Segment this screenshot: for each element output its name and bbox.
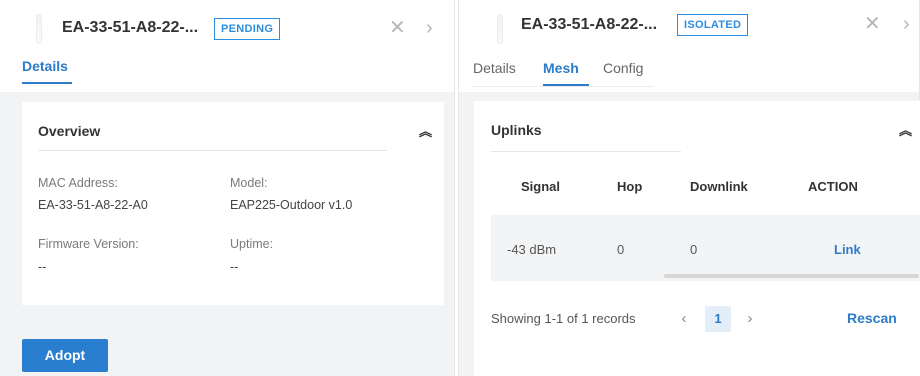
close-icon[interactable]: ✕ — [389, 14, 406, 42]
content-area: Overview ︽ MAC Address: EA-33-51-A8-22-A… — [0, 92, 454, 376]
isolated-device-panel: EA-33-51-A8-22-... ISOLATED ✕ › Details … — [458, 0, 920, 376]
panel-header: EA-33-51-A8-22-... PENDING ✕ › — [0, 0, 454, 64]
firmware-version-value: -- — [38, 260, 47, 274]
hop-cell: 0 — [617, 242, 625, 257]
mac-address-label: MAC Address: — [38, 176, 118, 190]
firmware-version-label: Firmware Version: — [38, 237, 139, 251]
tab-details[interactable]: Details — [22, 58, 68, 74]
tab-details[interactable]: Details — [473, 60, 516, 76]
uptime-label: Uptime: — [230, 237, 274, 251]
tab-bar: Details Mesh Config — [459, 60, 919, 90]
horizontal-scrollbar[interactable] — [664, 274, 919, 278]
pending-device-panel: EA-33-51-A8-22-... PENDING ✕ › Details O… — [0, 0, 455, 376]
model-value: EAP225-Outdoor v1.0 — [230, 198, 353, 212]
access-point-icon — [36, 14, 42, 44]
tab-mesh[interactable]: Mesh — [543, 60, 579, 76]
chevron-left-icon[interactable]: ‹ — [671, 306, 697, 332]
rescan-button[interactable]: Rescan — [847, 310, 897, 326]
close-icon[interactable]: ✕ — [864, 10, 881, 38]
column-header-hop: Hop — [617, 179, 643, 194]
adopt-button[interactable]: Adopt — [22, 339, 108, 372]
column-header-downlink: Downlink — [690, 179, 748, 194]
signal-cell: -43 dBm — [507, 242, 557, 257]
model-label: Model: — [230, 176, 268, 190]
records-summary: Showing 1-1 of 1 records — [491, 311, 636, 326]
chevron-right-icon[interactable]: › — [426, 14, 433, 42]
overview-card: Overview ︽ MAC Address: EA-33-51-A8-22-A… — [22, 102, 444, 305]
active-tab-indicator — [22, 82, 72, 84]
card-title: Uplinks — [491, 122, 542, 138]
content-area: Uplinks ︽ Signal Hop Downlink ACTION -43… — [459, 92, 920, 376]
panel-header: EA-33-51-A8-22-... ISOLATED ✕ › — [459, 0, 919, 64]
link-button[interactable]: Link — [834, 242, 861, 257]
uptime-value: -- — [230, 260, 239, 274]
status-badge: PENDING — [214, 18, 281, 40]
tab-bar: Details — [0, 58, 454, 88]
device-name: EA-33-51-A8-22-... — [521, 16, 658, 33]
uplinks-card: Uplinks ︽ Signal Hop Downlink ACTION -43… — [474, 101, 920, 376]
card-title: Overview — [38, 123, 101, 139]
column-header-signal: Signal — [521, 179, 561, 194]
page-number-current[interactable]: 1 — [705, 306, 731, 332]
tab-config[interactable]: Config — [603, 60, 643, 76]
double-chevron-up-icon[interactable]: ︽ — [899, 120, 912, 139]
card-divider — [491, 151, 681, 152]
double-chevron-up-icon[interactable]: ︽ — [419, 121, 432, 140]
access-point-icon — [497, 14, 503, 44]
chevron-right-icon[interactable]: › — [903, 10, 910, 38]
device-name: EA-33-51-A8-22-... — [62, 19, 199, 36]
downlink-cell: 0 — [690, 242, 698, 257]
device-panels: EA-33-51-A8-22-... PENDING ✕ › Details O… — [0, 0, 920, 376]
card-divider — [38, 150, 387, 151]
tabs-divider — [473, 86, 653, 87]
chevron-right-icon[interactable]: › — [737, 306, 763, 332]
mac-address-value: EA-33-51-A8-22-A0 — [38, 198, 148, 212]
column-header-action: ACTION — [808, 179, 858, 194]
status-badge: ISOLATED — [677, 14, 749, 36]
